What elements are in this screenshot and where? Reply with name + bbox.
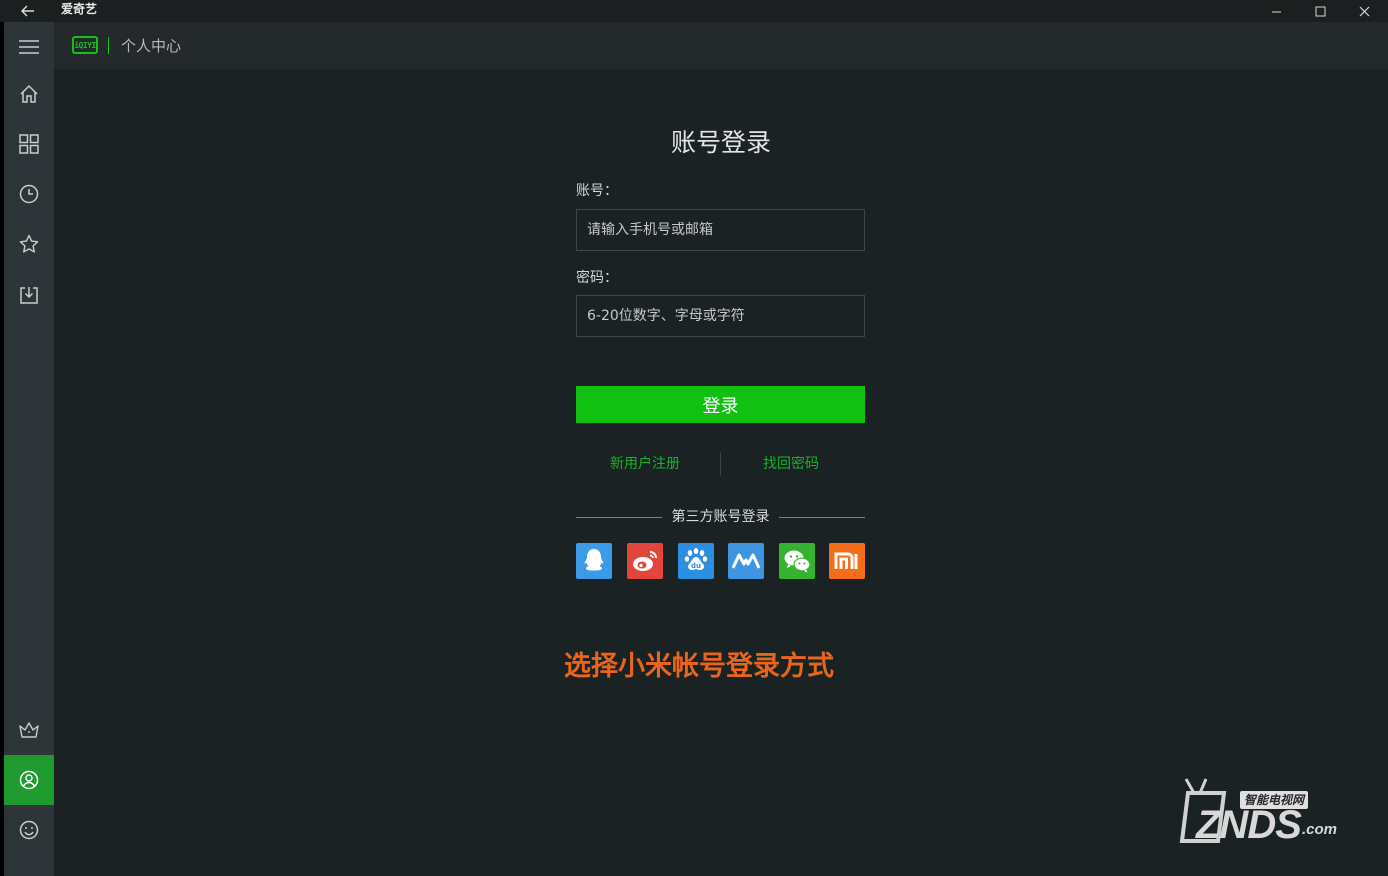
download-icon xyxy=(20,287,38,304)
main-content: 账号登录 账号： 密码： 登录 新用户注册 找回密码 第三方账号登录 du 选择… xyxy=(54,69,1388,876)
minimize-button[interactable] xyxy=(1254,0,1298,22)
wechat-icon xyxy=(784,550,811,573)
register-link[interactable]: 新用户注册 xyxy=(610,455,680,473)
vip-crown-icon xyxy=(19,722,39,738)
znds-watermark: 智能电视网 ZNDS .com xyxy=(1174,769,1344,849)
user-icon xyxy=(19,770,39,790)
pps-icon xyxy=(731,553,761,569)
svg-text:du: du xyxy=(691,562,701,570)
weibo-icon xyxy=(633,551,657,571)
xiaomi-icon xyxy=(834,552,858,569)
links-divider xyxy=(720,452,721,476)
login-title: 账号登录 xyxy=(670,128,771,157)
category-grid-icon xyxy=(19,134,39,154)
sidebar-item-feedback[interactable] xyxy=(4,805,54,855)
sidebar-item-downloads[interactable] xyxy=(4,270,54,320)
password-input[interactable] xyxy=(576,295,865,337)
qq-login-button[interactable] xyxy=(576,543,612,579)
account-input[interactable] xyxy=(576,209,865,251)
smiley-icon xyxy=(19,820,39,840)
minimize-icon xyxy=(1271,11,1281,12)
iqiyi-logo: iQIYI xyxy=(72,36,98,54)
window-title: 爱奇艺 xyxy=(61,2,98,16)
back-arrow-icon xyxy=(21,5,34,17)
pps-login-button[interactable] xyxy=(728,543,764,579)
page-title: 个人中心 xyxy=(121,37,182,55)
password-label: 密码： xyxy=(576,270,618,286)
wechat-login-button[interactable] xyxy=(779,543,815,579)
watermark-main: ZNDS xyxy=(1196,803,1302,847)
sidebar-item-categories[interactable] xyxy=(4,119,54,169)
sidebar-menu-toggle[interactable] xyxy=(4,22,54,72)
qq-icon xyxy=(584,549,604,571)
account-label: 账号： xyxy=(576,183,618,199)
sidebar-item-favorites[interactable] xyxy=(4,219,54,269)
login-button[interactable]: 登录 xyxy=(576,386,865,423)
history-icon xyxy=(19,184,39,204)
recover-password-link[interactable]: 找回密码 xyxy=(763,455,819,473)
close-button[interactable] xyxy=(1342,0,1386,22)
menu-icon xyxy=(19,40,39,54)
watermark-suffix: .com xyxy=(1302,821,1338,838)
window-title-bar: 爱奇艺 xyxy=(0,0,1388,22)
home-icon xyxy=(20,84,38,103)
maximize-icon xyxy=(1315,6,1325,16)
back-button[interactable] xyxy=(8,0,48,22)
baidu-icon: du xyxy=(684,548,708,570)
divider-line-right xyxy=(779,517,865,518)
sidebar-item-home[interactable] xyxy=(4,69,54,119)
sidebar-item-profile[interactable] xyxy=(4,755,54,805)
sidebar-item-history[interactable] xyxy=(4,169,54,219)
close-icon xyxy=(1359,6,1369,16)
maximize-button[interactable] xyxy=(1298,0,1342,22)
app-header: iQIYI 个人中心 xyxy=(54,22,1388,69)
sidebar-nav xyxy=(4,22,54,876)
sidebar-item-vip[interactable] xyxy=(4,705,54,755)
xiaomi-login-button[interactable] xyxy=(829,543,865,579)
weibo-login-button[interactable] xyxy=(627,543,663,579)
header-divider xyxy=(108,37,109,54)
favorite-star-icon xyxy=(19,234,39,253)
baidu-login-button[interactable]: du xyxy=(678,543,714,579)
instruction-caption: 选择小米帐号登录方式 xyxy=(564,651,834,682)
